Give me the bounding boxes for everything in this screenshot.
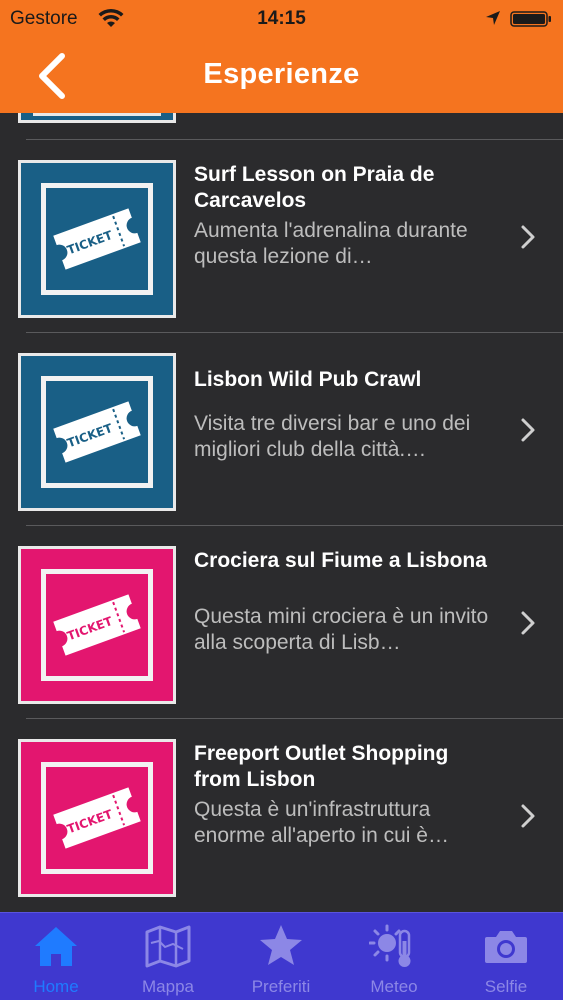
tab-label: Mappa [142, 977, 194, 996]
chevron-right-icon [521, 225, 535, 249]
partial-list-item-thumbnail [18, 113, 176, 123]
status-bar: Gestore 14:15 [0, 0, 563, 38]
ticket-thumbnail: TICKET [18, 546, 176, 704]
chevron-right-icon [521, 804, 535, 828]
tab-meteo[interactable]: Meteo [338, 913, 450, 1000]
ticket-icon: TICKET [53, 208, 141, 270]
list-item[interactable]: TICKET Lisbon Wild Pub Crawl Visita tre … [0, 333, 563, 526]
item-title: Crociera sul Fiume a Lisbona [194, 549, 487, 572]
item-description: Questa mini crociera è un invito alla sc… [194, 605, 489, 654]
location-arrow-icon [486, 11, 500, 25]
weather-icon [369, 924, 411, 967]
item-description: Questa è un'infrastruttura enorme all'ap… [194, 798, 449, 847]
tab-label: Preferiti [251, 977, 311, 996]
camera-icon [485, 931, 527, 963]
ticket-thumbnail: TICKET [18, 160, 176, 318]
ticket-icon: TICKET [53, 787, 141, 849]
battery-icon [510, 11, 551, 27]
chevron-right-icon [521, 611, 535, 635]
list-item[interactable]: TICKET Surf Lesson on Praia de Carcavelo… [0, 140, 563, 333]
clock: 14:15 [257, 8, 306, 29]
ticket-thumbnail: TICKET [18, 353, 176, 511]
item-description: Visita tre diversi bar e uno dei miglior… [194, 412, 471, 461]
list-item[interactable]: TICKET Crociera sul Fiume a Lisbona Ques… [0, 526, 563, 719]
screen: Gestore 14:15 Esperienze TICKET Surf Les… [0, 0, 563, 1000]
item-title: Freeport Outlet Shopping from Lisbon [194, 742, 449, 791]
item-title: Lisbon Wild Pub Crawl [194, 368, 422, 391]
tab-label: Meteo [370, 977, 418, 996]
item-description: Aumenta l'adrenalina durante questa lezi… [194, 219, 468, 268]
tab-bar: Home Mappa Preferiti Meteo Selfie [0, 912, 563, 1000]
header-bar: Gestore 14:15 Esperienze [0, 0, 563, 113]
ticket-icon: TICKET [53, 594, 141, 656]
item-title: Surf Lesson on Praia de Carcavelos [194, 163, 435, 212]
chevron-right-icon [521, 418, 535, 442]
tab-home[interactable]: Home [0, 913, 112, 1000]
experience-list[interactable]: TICKET Surf Lesson on Praia de Carcavelo… [0, 113, 563, 913]
ticket-icon: TICKET [53, 401, 141, 463]
star-icon [260, 925, 302, 965]
tab-label: Selfie [484, 977, 528, 996]
home-icon [35, 927, 77, 966]
tab-preferiti[interactable]: Preferiti [225, 913, 337, 1000]
tab-label: Home [33, 977, 79, 996]
tab-selfie[interactable]: Selfie [450, 913, 562, 1000]
page-title: Esperienze [203, 58, 360, 90]
ticket-thumbnail: TICKET [18, 739, 176, 897]
tab-mappa[interactable]: Mappa [112, 913, 224, 1000]
map-icon [145, 925, 191, 968]
list-item[interactable]: TICKET Freeport Outlet Shopping from Lis… [0, 719, 563, 912]
